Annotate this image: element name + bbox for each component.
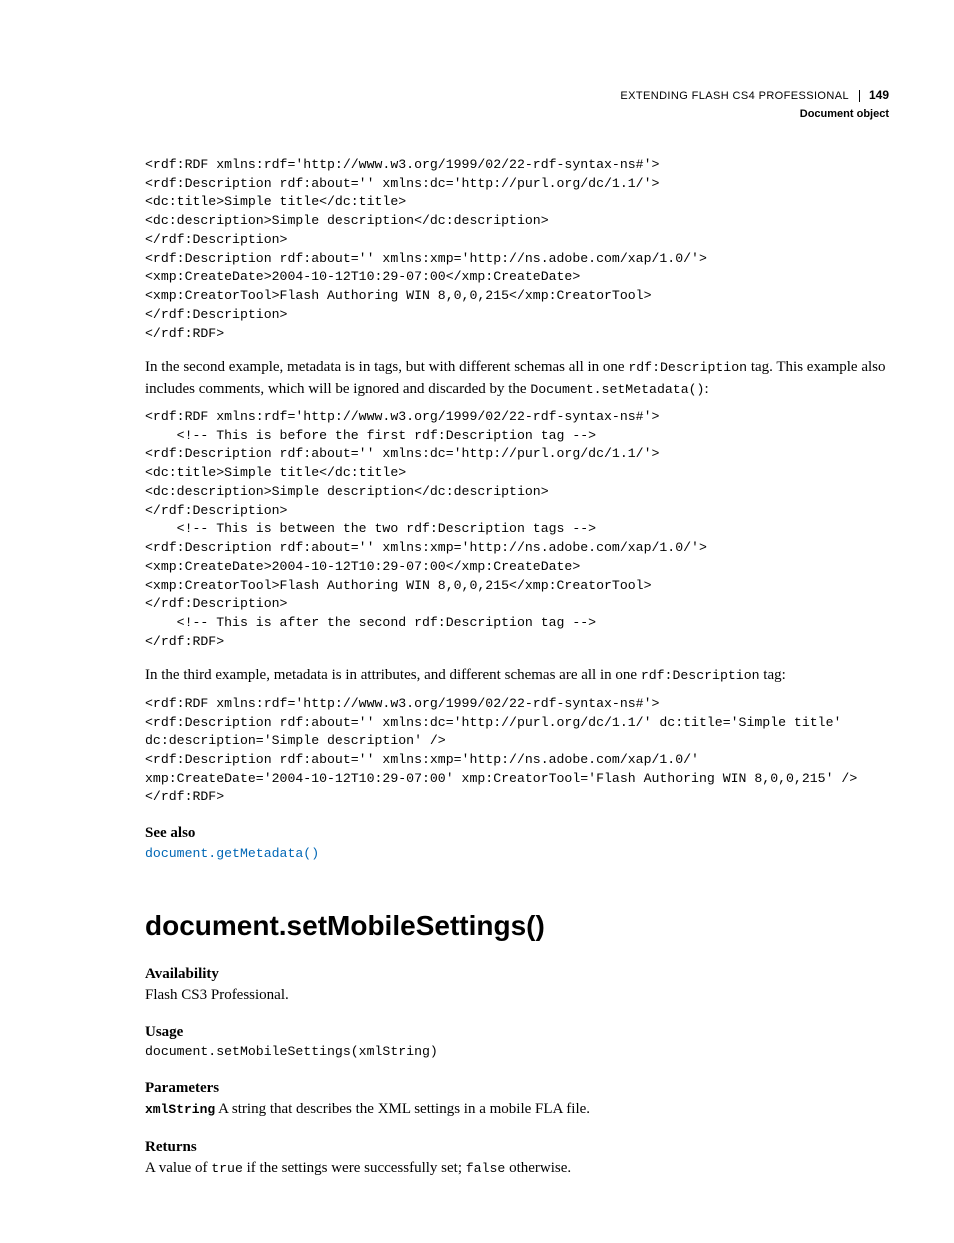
code-block-3: <rdf:RDF xmlns:rdf='http://www.w3.org/19… (145, 695, 889, 807)
returns-label: Returns (145, 1139, 889, 1156)
inline-code: rdf:Description (628, 360, 747, 375)
page-number: 149 (860, 88, 889, 102)
header-section: Document object (145, 108, 889, 120)
text: In the second example, metadata is in ta… (145, 359, 628, 375)
inline-code: false (466, 1161, 506, 1176)
param-name: xmlString (145, 1102, 215, 1117)
availability-text: Flash CS3 Professional. (145, 985, 889, 1006)
page-header: EXTENDING FLASH CS4 PROFESSIONAL 149 (145, 88, 889, 102)
text: : (704, 381, 708, 397)
paragraph-1: In the second example, metadata is in ta… (145, 357, 889, 400)
code-block-2: <rdf:RDF xmlns:rdf='http://www.w3.org/19… (145, 408, 889, 652)
text: In the third example, metadata is in att… (145, 667, 641, 683)
paragraph-2: In the third example, metadata is in att… (145, 665, 889, 686)
text: A value of (145, 1160, 211, 1176)
text: otherwise. (505, 1160, 571, 1176)
header-title: EXTENDING FLASH CS4 PROFESSIONAL (620, 90, 860, 102)
inline-code: rdf:Description (641, 668, 760, 683)
usage-label: Usage (145, 1024, 889, 1041)
parameters-label: Parameters (145, 1080, 889, 1097)
usage-code: document.setMobileSettings(xmlString) (145, 1043, 889, 1062)
text: tag: (760, 667, 786, 683)
param-desc: A string that describes the XML settings… (215, 1101, 590, 1117)
method-heading: document.setMobileSettings() (145, 910, 889, 942)
parameter-line: xmlString A string that describes the XM… (145, 1099, 889, 1120)
text: if the settings were successfully set; (243, 1160, 466, 1176)
inline-code: true (211, 1161, 243, 1176)
see-also-label: See also (145, 825, 889, 842)
code-block-1: <rdf:RDF xmlns:rdf='http://www.w3.org/19… (145, 156, 889, 343)
returns-text: A value of true if the settings were suc… (145, 1158, 889, 1179)
inline-code: Document.setMetadata() (530, 382, 704, 397)
availability-label: Availability (145, 966, 889, 983)
see-also-link[interactable]: document.getMetadata() (145, 846, 319, 861)
